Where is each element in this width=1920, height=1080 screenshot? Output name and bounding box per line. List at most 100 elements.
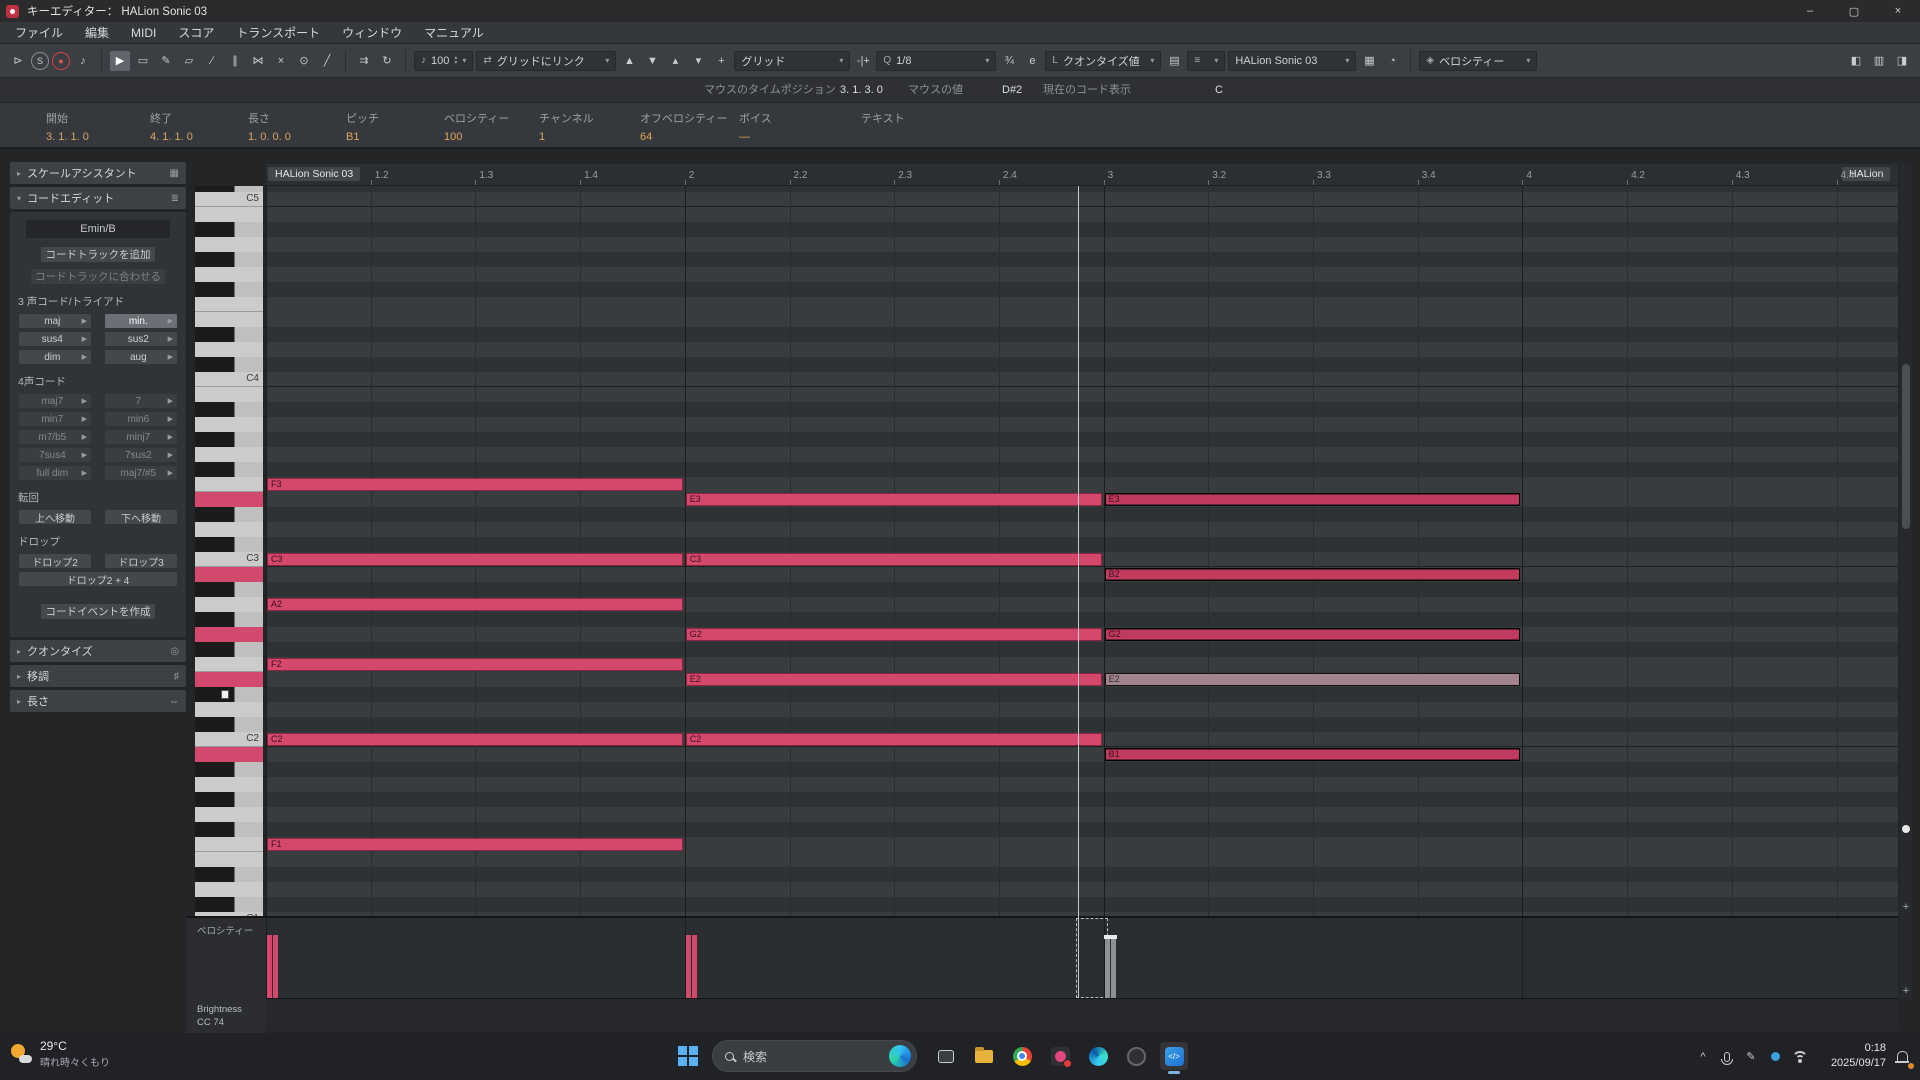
note-info-value[interactable]: 4. 1. 1. 0 (150, 131, 193, 143)
velocity-bar[interactable] (273, 935, 278, 998)
piano-key[interactable] (195, 567, 263, 582)
piano-key[interactable]: C2 (195, 732, 263, 747)
piano-key[interactable] (195, 657, 263, 672)
controller-param-name[interactable]: Brightness (197, 1004, 242, 1017)
piano-key[interactable] (195, 747, 263, 762)
apply-chord-arrow-icon[interactable]: ▶ (168, 415, 173, 423)
inversion-button[interactable]: 上へ移動 (18, 509, 92, 525)
chord-type-button[interactable]: maj7▶ (18, 393, 92, 409)
chord-type-button[interactable]: full dim▶ (18, 465, 92, 481)
task-view-app[interactable] (932, 1042, 960, 1070)
piano-key[interactable] (195, 672, 263, 687)
piano-key[interactable] (195, 642, 263, 657)
chord-type-button[interactable]: maj7/#5▶ (104, 465, 178, 481)
line-density-select[interactable]: ≡▾ (1187, 51, 1225, 71)
piano-key[interactable] (195, 822, 263, 837)
piano-key[interactable] (195, 282, 263, 297)
object-select-tool[interactable]: ▶ (110, 51, 130, 71)
grid-link-select[interactable]: ⇄グリッドにリンク▾ (476, 51, 616, 71)
chrome-app[interactable] (1008, 1042, 1036, 1070)
midi-note[interactable]: G2 (1105, 628, 1521, 641)
piano-key[interactable] (195, 867, 263, 882)
piano-key[interactable] (195, 342, 263, 357)
piano-key[interactable] (195, 717, 263, 732)
grid-adjust-icon[interactable]: -|+ (853, 51, 873, 71)
piano-key[interactable] (195, 492, 263, 507)
note-info-value[interactable]: 1 (539, 131, 594, 143)
right-zone-icon[interactable]: ◨ (1892, 51, 1912, 71)
piano-key[interactable] (195, 612, 263, 627)
microphone-icon[interactable] (1720, 1052, 1734, 1062)
midi-note[interactable]: E2 (1105, 673, 1521, 686)
chord-type-button[interactable]: minj7▶ (104, 429, 178, 445)
menu-item[interactable]: スコア (167, 22, 225, 43)
apply-chord-arrow-icon[interactable]: ▶ (82, 415, 87, 423)
iterative-quantize-icon[interactable]: ¾ (999, 51, 1019, 71)
apply-chord-arrow-icon[interactable]: ▶ (82, 451, 87, 459)
piano-key[interactable]: C5 (195, 192, 263, 207)
drop-2-4-button[interactable]: ドロップ2 + 4 (18, 571, 178, 587)
match-chord-track-button[interactable]: コードトラックに合わせる (30, 268, 166, 285)
inspector-section-quantize[interactable]: ▸クオンタイズ◎ (10, 640, 186, 662)
midi-note[interactable]: F3 (267, 478, 683, 491)
piano-key[interactable] (195, 357, 263, 372)
piano-key[interactable]: C4 (195, 372, 263, 387)
pin-icon[interactable]: ⊳ (8, 51, 28, 71)
apply-chord-arrow-icon[interactable]: ▶ (168, 317, 173, 325)
nudge-down-icon[interactable]: ▾ (688, 51, 708, 71)
crosshair-icon[interactable]: + (711, 51, 731, 71)
note-grid[interactable]: F3C3A2F2C2F1E3C3G2E2C2E3B2G2E2B1 (266, 186, 1898, 916)
scrollbar-thumb[interactable] (1902, 364, 1910, 529)
step-down-icon[interactable]: ▾ (454, 61, 457, 66)
profile-app[interactable] (1122, 1042, 1150, 1070)
note-info-value[interactable]: — (739, 131, 772, 143)
piano-key[interactable] (195, 807, 263, 822)
line-tool[interactable]: ╱ (317, 51, 337, 71)
nudge-up-icon[interactable]: ▴ (665, 51, 685, 71)
notification-bell-icon[interactable] (1897, 1051, 1908, 1061)
inspector-section-chord[interactable]: ▾コードエディット≣ (10, 187, 186, 209)
velocity-stepper[interactable]: ▴▾ (454, 56, 457, 66)
piano-key[interactable] (195, 297, 263, 312)
part-list-icon[interactable]: ▤ (1164, 51, 1184, 71)
midi-note[interactable]: E2 (686, 673, 1102, 686)
note-info-value[interactable]: 100 (444, 131, 509, 143)
note-info-value[interactable]: 3. 1. 1. 0 (46, 131, 89, 143)
menu-item[interactable]: ファイル (4, 22, 74, 43)
chord-type-button[interactable]: min6▶ (104, 411, 178, 427)
show-part-borders-icon[interactable]: ▦ (1359, 51, 1379, 71)
piano-key[interactable]: C3 (195, 552, 263, 567)
hidden-icons-chevron[interactable]: ^ (1696, 1051, 1710, 1063)
create-chord-event-button[interactable]: コードイベントを作成 (40, 603, 156, 620)
piano-key[interactable] (195, 582, 263, 597)
apply-chord-arrow-icon[interactable]: ▶ (82, 469, 87, 477)
move-up-icon[interactable]: ▲ (619, 51, 639, 71)
pen-icon[interactable]: ✎ (1744, 1050, 1758, 1063)
piano-key[interactable] (195, 537, 263, 552)
velocity-bar[interactable] (686, 935, 691, 998)
apply-chord-arrow-icon[interactable]: ▶ (168, 433, 173, 441)
event-colors-select[interactable]: ◈ベロシティー▾ (1419, 51, 1537, 71)
chord-type-button[interactable]: 7sus4▶ (18, 447, 92, 463)
midi-note[interactable]: C3 (267, 553, 683, 566)
file-explorer-app[interactable] (970, 1042, 998, 1070)
menu-item[interactable]: マニュアル (413, 22, 495, 43)
accent-dot-icon[interactable] (1768, 1052, 1782, 1061)
setup-layout-icon[interactable]: ▥ (1869, 51, 1889, 71)
quantize-panel-icon[interactable]: e (1022, 51, 1042, 71)
piano-key[interactable] (195, 882, 263, 897)
menu-item[interactable]: トランスポート (225, 22, 331, 43)
add-chord-track-button[interactable]: コードトラックを追加 (40, 246, 156, 263)
apply-chord-arrow-icon[interactable]: ▶ (82, 353, 87, 361)
glue-tool[interactable]: ⋈ (248, 51, 268, 71)
piano-keyboard[interactable]: C5C4C3C2C1 (195, 186, 263, 916)
apply-chord-arrow-icon[interactable]: ▶ (168, 469, 173, 477)
chord-type-button[interactable]: 7sus2▶ (104, 447, 178, 463)
trim-tool[interactable]: ∕ (202, 51, 222, 71)
insert-velocity-spinner[interactable]: ♪100▴▾▾ (414, 51, 473, 71)
controller-lane[interactable] (266, 998, 1898, 1031)
piano-key[interactable] (195, 432, 263, 447)
note-info-value[interactable]: 1. 0. 0. 0 (248, 131, 291, 143)
solo-button[interactable]: S (31, 52, 49, 70)
piano-key[interactable] (195, 777, 263, 792)
